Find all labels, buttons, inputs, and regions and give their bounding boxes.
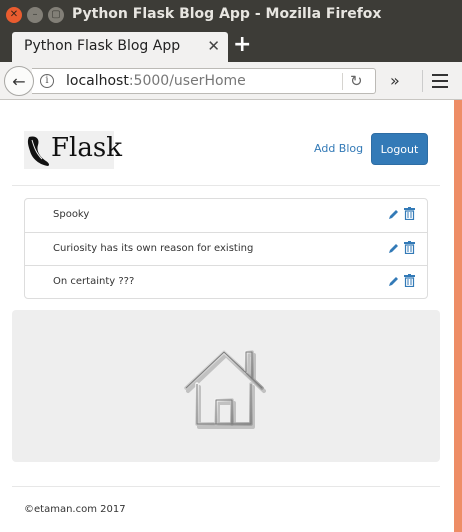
page-content: Flask Add Blog Logout Spooky Curiosity h… xyxy=(0,100,454,532)
url-text[interactable]: localhost:5000/userHome xyxy=(66,73,246,89)
logout-button[interactable]: Logout xyxy=(371,133,428,165)
url-host: localhost xyxy=(66,73,129,89)
info-icon[interactable]: i xyxy=(40,74,54,88)
blog-title: On certainty ??? xyxy=(53,276,135,287)
jumbotron xyxy=(12,310,440,462)
flask-logo[interactable]: Flask xyxy=(24,131,122,169)
blog-list: Spooky Curiosity has its own reason for … xyxy=(24,198,428,299)
list-item[interactable]: Curiosity has its own reason for existin… xyxy=(25,232,427,265)
navigation-bar: i localhost:5000/userHome ↻ ← » xyxy=(0,62,462,100)
page-scrollbar[interactable] xyxy=(454,100,462,532)
url-path: :5000/userHome xyxy=(128,73,246,89)
edit-pencil-icon[interactable] xyxy=(388,275,400,287)
header-divider xyxy=(12,185,440,186)
tab-strip: Python Flask Blog App ✕ xyxy=(0,30,462,62)
trash-icon[interactable] xyxy=(404,241,415,254)
window-titlebar: ✕ – ▢ Python Flask Blog App - Mozilla Fi… xyxy=(0,0,462,30)
toolbar-separator xyxy=(422,70,423,92)
flask-horn-icon xyxy=(27,136,50,166)
tab-close-icon[interactable]: ✕ xyxy=(207,37,220,55)
list-item[interactable]: On certainty ??? xyxy=(25,265,427,298)
reload-icon[interactable]: ↻ xyxy=(350,72,363,90)
tab-title: Python Flask Blog App xyxy=(24,38,181,54)
blog-title: Spooky xyxy=(53,209,90,220)
footer-text: ©etaman.com 2017 xyxy=(24,504,126,515)
footer-divider xyxy=(12,486,440,487)
edit-pencil-icon[interactable] xyxy=(388,208,400,220)
window-minimize-button[interactable]: – xyxy=(27,7,43,23)
logo-text: Flask xyxy=(51,133,122,163)
window-maximize-button[interactable]: ▢ xyxy=(48,7,64,23)
edit-pencil-icon[interactable] xyxy=(388,242,400,254)
blog-title: Curiosity has its own reason for existin… xyxy=(53,243,254,254)
house-icon xyxy=(184,350,266,429)
trash-icon[interactable] xyxy=(404,274,415,287)
window-close-button[interactable]: ✕ xyxy=(6,7,22,23)
add-blog-link[interactable]: Add Blog xyxy=(314,142,363,155)
hamburger-menu-icon[interactable] xyxy=(432,74,448,88)
back-button[interactable]: ← xyxy=(4,66,34,96)
overflow-icon[interactable]: » xyxy=(390,71,400,90)
tab-active[interactable]: Python Flask Blog App ✕ xyxy=(12,32,228,62)
back-arrow-icon: ← xyxy=(12,71,26,91)
url-separator xyxy=(342,73,343,90)
window-title: Python Flask Blog App - Mozilla Firefox xyxy=(72,6,382,22)
list-item[interactable]: Spooky xyxy=(25,199,427,232)
trash-icon[interactable] xyxy=(404,207,415,220)
new-tab-button[interactable]: + xyxy=(233,34,251,56)
url-bar[interactable]: i localhost:5000/userHome ↻ xyxy=(32,68,376,94)
